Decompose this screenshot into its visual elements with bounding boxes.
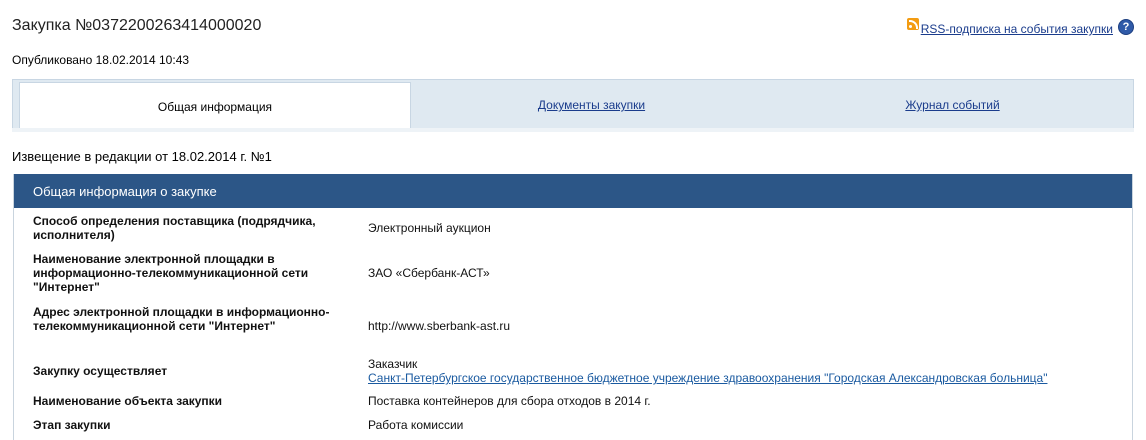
row-label: Адрес электронной площадки в информацион… <box>33 305 330 333</box>
tab-event-log-link[interactable]: Журнал событий <box>905 98 999 112</box>
row-label: Этап закупки <box>33 418 111 432</box>
general-info-panel: Общая информация о закупке Способ опреде… <box>13 174 1133 440</box>
row-label: Способ определения поставщика (подрядчик… <box>33 214 316 242</box>
tab-event-log[interactable]: Журнал событий <box>772 80 1133 130</box>
row-value: Поставка контейнеров для сбора отходов в… <box>368 394 651 408</box>
row-value: ЗАО «Сбербанк-АСТ» <box>368 266 490 280</box>
tab-documents-link[interactable]: Документы закупки <box>538 98 645 112</box>
page-title: Закупка №0372200263414000020 <box>12 17 262 34</box>
customer-link[interactable]: Санкт-Петербургское государственное бюдж… <box>368 371 1047 385</box>
help-icon[interactable]: ? <box>1118 19 1134 35</box>
row-value: Заказчик <box>368 357 418 371</box>
tab-documents[interactable]: Документы закупки <box>411 80 772 130</box>
rss-link[interactable]: RSS-подписка на события закупки <box>921 22 1113 36</box>
row-value: Работа комиссии <box>368 418 464 432</box>
published-date: Опубликовано 18.02.2014 10:43 <box>12 53 190 67</box>
rss-subscription[interactable]: RSS-подписка на события закупки ? <box>906 18 1134 36</box>
rss-icon[interactable] <box>906 18 919 30</box>
row-label: Наименование объекта закупки <box>33 394 223 408</box>
tab-general-info-label: Общая информация <box>157 100 273 114</box>
tabs-divider <box>12 128 1134 132</box>
row-label: Наименование электронной площадки в инфо… <box>33 252 309 294</box>
tab-bar: Общая информация Документы закупки Журна… <box>12 79 1134 131</box>
tab-general-info[interactable]: Общая информация <box>19 82 411 131</box>
row-value: Электронный аукцион <box>368 221 491 235</box>
row-value: http://www.sberbank-ast.ru <box>368 319 511 333</box>
panel-header: Общая информация о закупке <box>14 174 1132 208</box>
notice-edition: Извещение в редакции от 18.02.2014 г. №1 <box>12 149 272 164</box>
row-label: Закупку осуществляет <box>33 364 168 378</box>
